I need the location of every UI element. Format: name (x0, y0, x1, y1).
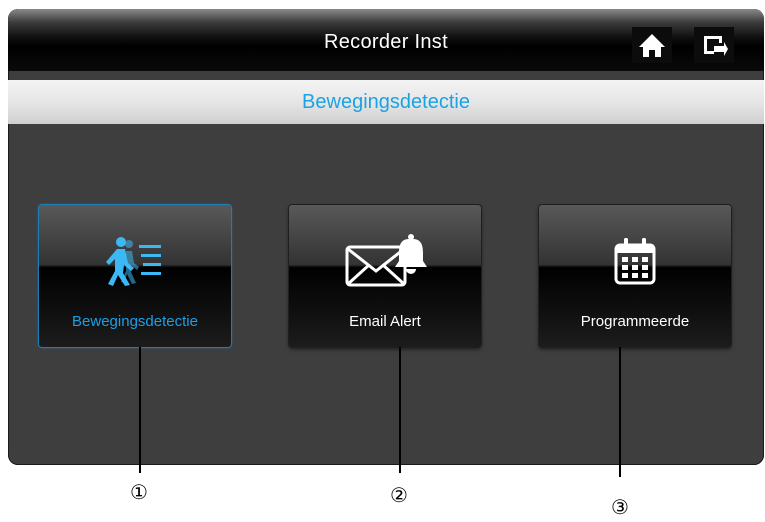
home-button[interactable] (632, 27, 672, 63)
menu-item-motion-detection[interactable]: Bewegingsdetectie (39, 205, 231, 347)
back-button[interactable] (694, 27, 734, 63)
callout-number: ② (390, 483, 408, 507)
calendar-icon (614, 238, 656, 285)
menu-item-label: Bewegingsdetectie (72, 313, 198, 330)
callout-line (139, 347, 141, 473)
return-icon (704, 36, 728, 56)
callout-line (399, 347, 401, 473)
menu-item-schedule[interactable]: Programmeerde (539, 205, 731, 347)
menu-item-email-alert[interactable]: Email Alert (289, 205, 481, 347)
email-alert-icon (345, 234, 427, 287)
menu-item-label: Email Alert (349, 313, 421, 330)
callout-line (619, 347, 621, 477)
callout-number: ③ (611, 495, 629, 519)
callout-number: ① (130, 480, 148, 504)
home-icon (639, 34, 665, 57)
section-title: Bewegingsdetectie (302, 91, 470, 113)
device-screen: Recorder Inst Bewegingsdetectie Beweging… (8, 9, 764, 465)
section-header: Bewegingsdetectie (8, 80, 764, 124)
menu-item-label: Programmeerde (580, 313, 690, 330)
title-bar: Recorder Inst (8, 9, 764, 71)
motion-detection-icon (106, 237, 161, 286)
